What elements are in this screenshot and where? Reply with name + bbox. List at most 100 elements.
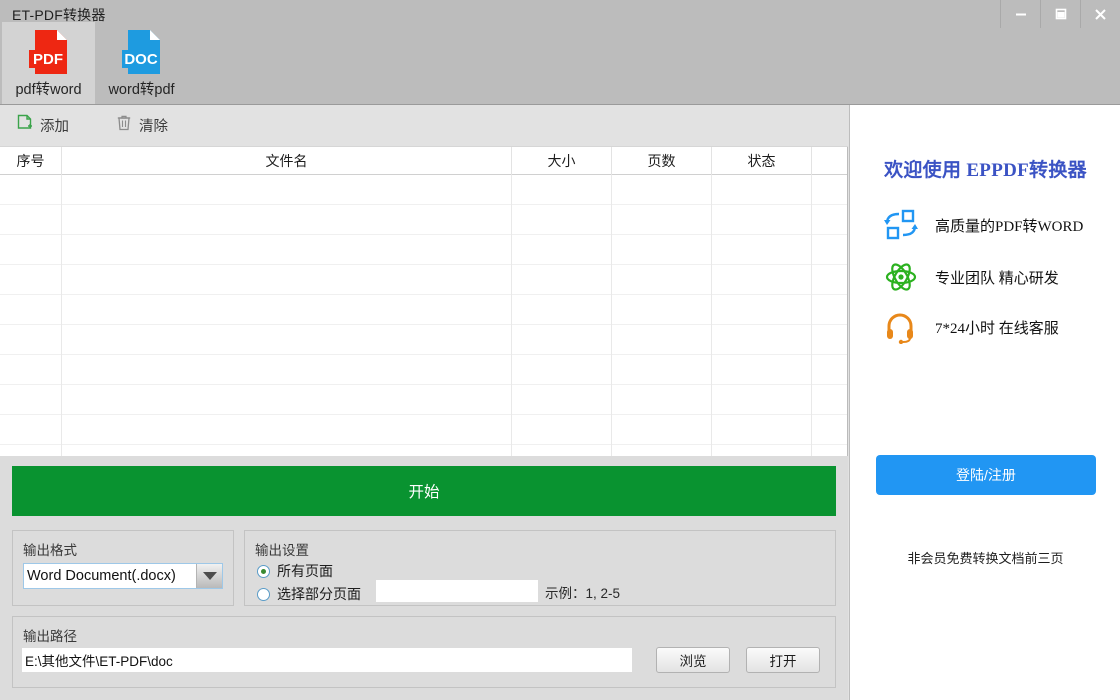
column-header-status: 状态 [712,147,812,175]
table-cell [712,205,812,235]
start-button[interactable]: 开始 [12,466,836,516]
table-cell [62,175,512,205]
add-file-icon [16,114,34,137]
add-file-button[interactable]: 添加 [16,113,69,139]
table-cell [812,385,848,415]
table-cell [712,235,812,265]
title-bar: ET-PDF转换器 PDF pdf转word DOC word转pdf [0,0,1120,105]
table-cell [712,415,812,445]
login-register-button[interactable]: 登陆/注册 [876,455,1096,495]
table-cell [0,295,62,325]
window-controls [1000,0,1120,28]
table-row[interactable] [0,175,848,205]
table-row[interactable] [0,205,848,235]
table-cell [512,415,612,445]
table-cell [712,355,812,385]
feature-team: 专业团队 精心研发 [883,260,1113,294]
doc-file-icon: DOC [114,28,170,76]
output-format-title: 输出格式 [23,543,77,558]
tab-pdf-to-word-label: pdf转word [15,82,82,98]
feature-quality-label: 高质量的PDF转WORD [935,218,1084,235]
column-header-extra [812,147,848,175]
table-cell [62,265,512,295]
table-cell [812,175,848,205]
maximize-button[interactable] [1040,0,1080,28]
table-row[interactable] [0,295,848,325]
tab-pdf-to-word[interactable]: PDF pdf转word [2,22,95,104]
table-right-edge [847,147,848,456]
table-cell [812,205,848,235]
radio-all-pages[interactable]: 所有页面 [257,561,333,581]
table-cell [62,205,512,235]
table-cell [512,355,612,385]
table-row[interactable] [0,265,848,295]
table-cell [62,355,512,385]
table-cell [0,445,62,456]
minimize-button[interactable] [1000,0,1040,28]
conversion-controls: 开始 输出格式 Word Document(.docx) 输出设置 所有页面 选… [0,456,848,700]
radio-all-pages-label: 所有页面 [277,563,333,579]
table-row[interactable] [0,325,848,355]
table-row[interactable] [0,385,848,415]
table-row[interactable] [0,445,848,456]
feature-team-label: 专业团队 精心研发 [935,270,1059,287]
table-cell [62,235,512,265]
browse-button[interactable]: 浏览 [656,647,730,673]
output-path-input[interactable]: E:\其他文件\ET-PDF\doc [22,648,632,672]
table-cell [612,325,712,355]
table-cell [812,295,848,325]
table-cell [812,415,848,445]
table-cell [712,325,812,355]
table-cell [712,445,812,456]
output-format-value: Word Document(.docx) [27,568,176,584]
table-cell [612,265,712,295]
feature-support: 7*24小时 在线客服 [883,310,1113,345]
table-body [0,175,848,456]
table-cell [612,415,712,445]
table-cell [62,415,512,445]
table-cell [512,325,612,355]
radio-all-pages-dot [257,564,270,578]
tab-word-to-pdf-label: word转pdf [108,82,175,98]
table-cell [812,265,848,295]
column-header-filename: 文件名 [62,147,512,175]
promo-side-panel: 欢迎使用 EPPDF转换器 高质量的PDF转WORD 专业团队 精心研发 7*2… [849,105,1120,700]
table-cell [0,265,62,295]
table-row[interactable] [0,415,848,445]
table-cell [612,295,712,325]
table-cell [612,205,712,235]
close-button[interactable] [1080,0,1120,28]
table-cell [712,265,812,295]
panel-title: 欢迎使用 EPPDF转换器 [884,160,1087,181]
table-cell [62,445,512,456]
table-cell [712,175,812,205]
svg-text:DOC: DOC [124,51,158,68]
file-list-table[interactable]: 序号 文件名 大小 页数 状态 [0,146,848,456]
table-header-row: 序号 文件名 大小 页数 状态 [0,147,848,175]
table-cell [0,205,62,235]
table-cell [62,325,512,355]
chevron-down-icon[interactable] [196,564,222,588]
table-cell [612,355,712,385]
table-cell [812,325,848,355]
output-format-select[interactable]: Word Document(.docx) [23,563,223,589]
column-header-index: 序号 [0,147,62,175]
column-header-size: 大小 [512,147,612,175]
radio-partial-pages[interactable]: 选择部分页面 [257,584,361,604]
pages-range-input[interactable] [376,580,538,602]
table-cell [512,385,612,415]
atom-icon [883,260,919,294]
open-folder-button[interactable]: 打开 [746,647,820,673]
column-header-pages: 页数 [612,147,712,175]
clear-files-button[interactable]: 清除 [115,113,168,139]
table-row[interactable] [0,235,848,265]
table-cell [0,415,62,445]
tab-word-to-pdf[interactable]: DOC word转pdf [95,22,188,104]
table-cell [0,355,62,385]
output-settings-title: 输出设置 [255,543,309,558]
svg-text:PDF: PDF [33,51,63,68]
table-cell [812,235,848,265]
trash-icon [115,114,133,137]
table-row[interactable] [0,355,848,385]
table-cell [812,355,848,385]
